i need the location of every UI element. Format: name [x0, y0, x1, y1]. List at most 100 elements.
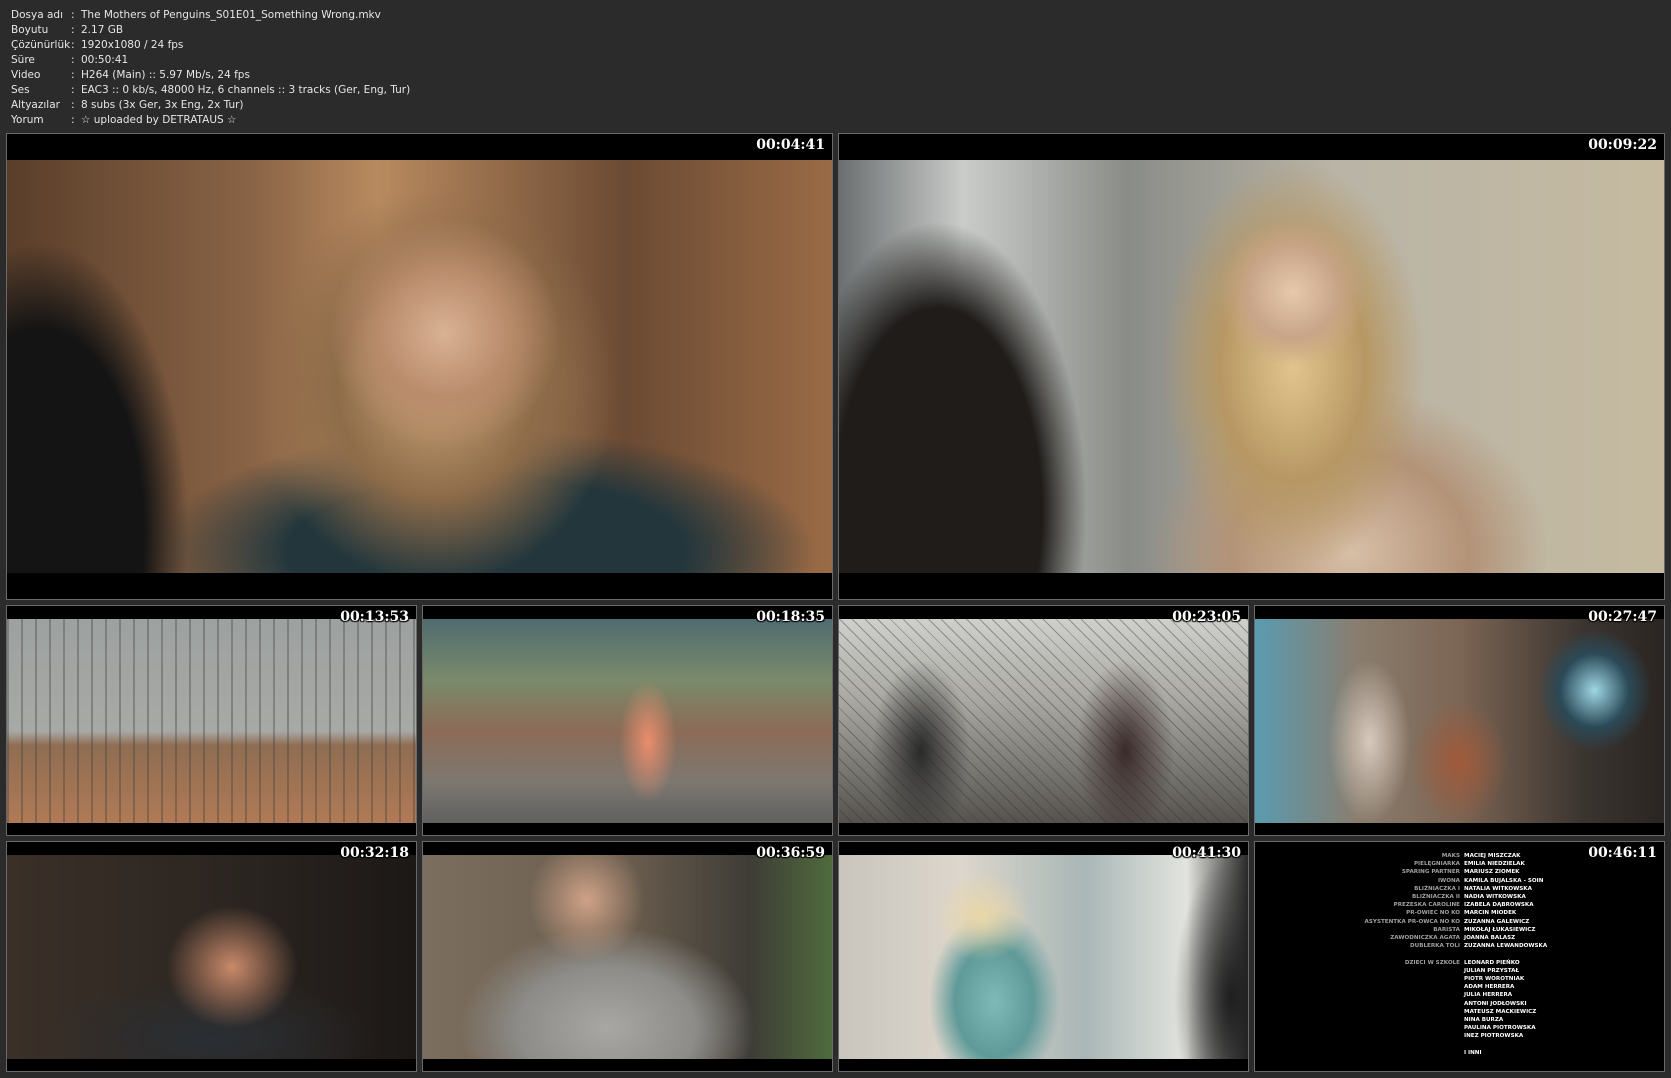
timestamp-label: 00:27:47 — [1588, 609, 1657, 625]
credit-name: NINA BURZA — [1464, 1017, 1504, 1024]
end-credits: MAKS MACIEJ MISZCZAK PIELĘGNIARKA EMILIA N… — [1255, 852, 1664, 1057]
timestamp-label: 00:09:22 — [1588, 137, 1657, 153]
credit-role — [1255, 1024, 1464, 1032]
thumbnail-9[interactable]: 00:41:30 — [838, 841, 1249, 1072]
info-separator: : — [71, 24, 75, 36]
credit-row: ASYSTENTKA PR-OWCA NO KO ZUZANNA GALEWICZ — [1255, 918, 1664, 926]
info-separator: : — [71, 114, 75, 126]
thumbnail-2[interactable]: 00:09:22 — [838, 133, 1665, 600]
info-value: EAC3 :: 0 kb/s, 48000 Hz, 6 channels :: … — [81, 84, 411, 96]
thumbnail-1[interactable]: 00:04:41 — [6, 133, 833, 600]
credit-role: PIELĘGNIARKA — [1413, 861, 1460, 868]
credit-row: JULIA HERRERA — [1255, 991, 1664, 999]
credit-role: BLIŹNIACZKA II — [1412, 894, 1460, 901]
credit-role: IWONA — [1437, 877, 1460, 884]
credit-row: MATEUSZ MACKIEWICZ — [1255, 1008, 1664, 1016]
credit-role — [1255, 991, 1464, 999]
credit-row: BLIŹNIACZKA I NATALIA WITKOWSKA — [1255, 885, 1664, 893]
thumbnail-5[interactable]: 00:23:05 — [838, 605, 1249, 836]
video-frame-image — [423, 619, 832, 823]
info-key: Ses — [11, 84, 30, 96]
credit-role: PREZESKA CAROLINE — [1393, 902, 1460, 909]
credit-name: ZUZANNA LEWANDOWSKA — [1464, 943, 1548, 950]
info-value: ☆ uploaded by DETRATAUS ☆ — [81, 114, 237, 126]
info-row-video: Video: H264 (Main) :: 5.97 Mb/s, 24 fps — [11, 68, 410, 83]
timestamp-label: 00:18:35 — [756, 609, 825, 625]
credit-name: PIOTR WOROTNIAK — [1464, 976, 1525, 983]
info-value: H264 (Main) :: 5.97 Mb/s, 24 fps — [81, 69, 250, 81]
credit-spacer — [1255, 950, 1664, 958]
info-separator: : — [71, 84, 75, 96]
credit-role — [1255, 967, 1464, 975]
credit-role — [1255, 1032, 1464, 1040]
credit-row: PREZESKA CAROLINE IZABELA DĄBROWSKA — [1255, 901, 1664, 909]
credit-row: SPARING PARTNER MARIUSZ ZIOMEK — [1255, 868, 1664, 876]
credit-role: DUBLERKA TOLI — [1410, 943, 1460, 950]
video-frame-image — [839, 619, 1248, 823]
info-row-size: Boyutu:2.17 GB — [11, 23, 410, 38]
credit-name: MIKOŁAJ ŁUKASIEWICZ — [1464, 926, 1536, 933]
credit-row: I INNI — [1255, 1049, 1664, 1057]
info-row-audio: Ses: EAC3 :: 0 kb/s, 48000 Hz, 6 channels… — [11, 83, 410, 98]
thumbnail-10[interactable]: MAKS MACIEJ MISZCZAK PIELĘGNIARKA EMILIA N… — [1254, 841, 1665, 1072]
credit-name: JULIA HERRERA — [1464, 992, 1513, 999]
info-key: Boyutu — [11, 24, 49, 36]
video-frame-image — [7, 619, 416, 823]
credit-role — [1255, 1041, 1464, 1049]
info-separator: : — [71, 39, 75, 51]
credit-name: PAULINA PIOTROWSKA — [1464, 1025, 1536, 1032]
credit-role — [1255, 950, 1464, 958]
thumbnail-8[interactable]: 00:36:59 — [422, 841, 833, 1072]
credit-name: LEONARD PIEŃKO — [1464, 959, 1520, 966]
timestamp-label: 00:36:59 — [756, 845, 825, 861]
credit-name: EMILIA NIEDZIELAK — [1464, 861, 1525, 868]
credit-row: NINA BURZA — [1255, 1016, 1664, 1024]
credit-role — [1255, 975, 1464, 983]
video-frame-image — [7, 855, 416, 1059]
file-info-panel: Dosya adı: The Mothers of Penguins_S01E01… — [11, 8, 410, 128]
credit-role: MAKS — [1441, 853, 1460, 859]
credit-name: JOANNA BALASZ — [1464, 935, 1516, 942]
info-value: The Mothers of Penguins_S01E01_Something… — [81, 9, 381, 21]
credit-role — [1255, 1049, 1464, 1057]
credit-role: BLIŹNIACZKA I — [1414, 885, 1460, 892]
credit-role: SPARING PARTNER — [1401, 869, 1460, 876]
thumbnail-6[interactable]: 00:27:47 — [1254, 605, 1665, 836]
credit-name: INEZ PIOTROWSKA — [1464, 1033, 1524, 1040]
timestamp-label: 00:41:30 — [1172, 845, 1241, 861]
credit-row: PAULINA PIOTROWSKA — [1255, 1024, 1664, 1032]
video-frame-image — [1255, 619, 1664, 823]
video-frame-image — [839, 160, 1664, 573]
credit-row: DZIECI W SZKOLE LEONARD PIEŃKO — [1255, 959, 1664, 967]
credit-row: INEZ PIOTROWSKA — [1255, 1032, 1664, 1040]
credit-row: PIOTR WOROTNIAK — [1255, 975, 1664, 983]
credit-row: PIELĘGNIARKA EMILIA NIEDZIELAK — [1255, 860, 1664, 868]
info-row-comment: Yorum: ☆ uploaded by DETRATAUS ☆ — [11, 113, 410, 128]
credit-name: KAMILA BUJALSKA - SOIN — [1464, 877, 1544, 884]
info-key: Altyazılar — [11, 99, 60, 111]
credit-role: DZIECI W SZKOLE — [1404, 959, 1460, 966]
info-separator: : — [71, 99, 75, 111]
info-row-resolution: Çözünürlük:1920x1080 / 24 fps — [11, 38, 410, 53]
credit-name: MACIEJ MISZCZAK — [1464, 853, 1521, 859]
credit-row: BLIŹNIACZKA II NADIA WITKOWSKA — [1255, 893, 1664, 901]
credit-role: ASYSTENTKA PR-OWCA NO KO — [1364, 918, 1460, 925]
video-frame-image — [7, 160, 832, 573]
credit-name: ANTONI JODŁOWSKI — [1464, 1000, 1527, 1007]
credit-spacer — [1255, 1041, 1664, 1049]
thumbnail-4[interactable]: 00:18:35 — [422, 605, 833, 836]
thumbnail-3[interactable]: 00:13:53 — [6, 605, 417, 836]
info-key: Video — [11, 69, 41, 81]
credit-name: NATALIA WITKOWSKA — [1464, 885, 1532, 892]
info-row-subtitles: Altyazılar:8 subs (3x Ger, 3x Eng, 2x Tu… — [11, 98, 410, 113]
info-separator: : — [71, 54, 75, 66]
info-row-duration: Süre:00:50:41 — [11, 53, 410, 68]
thumbnail-7[interactable]: 00:32:18 — [6, 841, 417, 1072]
credit-row: ZAWODNICZKA AGATA JOANNA BALASZ — [1255, 934, 1664, 942]
credit-role — [1255, 1008, 1464, 1016]
credit-row: JULIAN PRZYSTAŁ — [1255, 967, 1664, 975]
video-frame-image — [423, 855, 832, 1059]
video-frame-image — [839, 855, 1248, 1059]
credit-row: IWONA KAMILA BUJALSKA - SOIN — [1255, 877, 1664, 885]
credit-role — [1255, 1000, 1464, 1008]
